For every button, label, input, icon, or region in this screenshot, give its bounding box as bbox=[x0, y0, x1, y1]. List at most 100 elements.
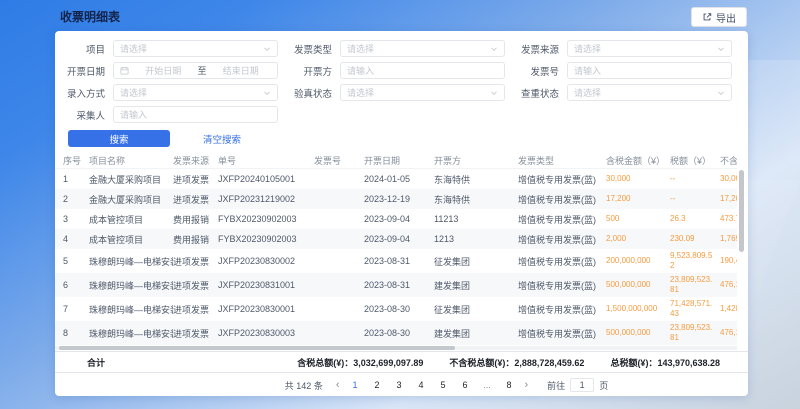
chevron-down-icon bbox=[717, 45, 725, 53]
filter-field-invoice-source: 发票来源请选择 bbox=[517, 40, 732, 57]
cell-invoice-date: 2023-08-30 bbox=[364, 304, 434, 314]
cell-order-no: FYBX20230902003 bbox=[218, 234, 314, 244]
summary-item-label: 总税额(¥)： bbox=[610, 358, 657, 368]
clear-search-button[interactable]: 清空搜索 bbox=[203, 132, 241, 146]
cell-invoice-date: 2023-08-30 bbox=[364, 328, 434, 338]
table-row[interactable]: 1金融大厦采购项目进项发票JXFP202401050012024-01-05东海… bbox=[55, 169, 737, 189]
field-label: 录入方式 bbox=[63, 86, 105, 100]
select-placeholder: 请选择 bbox=[347, 42, 374, 55]
filter-field-project: 项目请选择 bbox=[63, 40, 278, 57]
field-label: 验真状态 bbox=[290, 86, 332, 100]
select-placeholder: 请选择 bbox=[120, 86, 147, 99]
select-placeholder: 请选择 bbox=[574, 42, 601, 55]
cell-amount-without-tax: 476,190,476.19 bbox=[720, 280, 737, 290]
cell-amount-without-tax: 17,200 bbox=[720, 194, 737, 204]
cell-amount-with-tax: 500,000,000 bbox=[606, 280, 670, 290]
cell-issuer: 11213 bbox=[434, 214, 518, 224]
cell-invoice-type: 增值税专用发票(蓝) bbox=[518, 213, 606, 226]
table-row[interactable]: 7珠穆朗玛峰—电梯安装进项发票JXFP202308300012023-08-30… bbox=[55, 297, 737, 321]
cell-invoice-source: 进项发票 bbox=[173, 193, 218, 206]
cell-amount-with-tax: 2,000 bbox=[606, 234, 670, 244]
select-placeholder: 请选择 bbox=[347, 86, 374, 99]
field-label: 发票号 bbox=[517, 64, 559, 78]
table-row[interactable]: 4成本管控项目费用报销FYBX202309020032023-09-041213… bbox=[55, 229, 737, 249]
entry-method-select[interactable]: 请选择 bbox=[113, 84, 278, 101]
page-jump: 前往 页 bbox=[547, 378, 608, 392]
filter-field-duplicate-status: 查重状态 请选择 bbox=[517, 84, 732, 101]
export-button[interactable]: 导出 bbox=[691, 7, 747, 27]
column-header-invoice-type: 发票类型 bbox=[518, 154, 606, 167]
cell-invoice-date: 2024-01-05 bbox=[364, 174, 434, 184]
summary-item-value: 143,970,638.28 bbox=[657, 358, 720, 368]
column-header-order-no: 单号 bbox=[218, 154, 314, 167]
date-range-separator: 至 bbox=[198, 64, 207, 77]
prev-page-button[interactable]: ‹ bbox=[336, 380, 340, 390]
cell-project-name: 成本管控项目 bbox=[89, 233, 173, 246]
cell-amount-with-tax: 500,000,000 bbox=[606, 328, 670, 338]
invoice-no-input[interactable]: 请输入 bbox=[567, 62, 732, 79]
cell-project-name: 珠穆朗玛峰—电梯安装 bbox=[89, 279, 173, 292]
column-header-tax: 税额（¥） bbox=[670, 154, 720, 167]
cell-issuer: 征发集团 bbox=[434, 255, 518, 268]
duplicate-status-select[interactable]: 请选择 bbox=[567, 84, 732, 101]
invoice-source-select[interactable]: 请选择 bbox=[567, 40, 732, 57]
cell-no: 6 bbox=[63, 280, 89, 290]
cell-invoice-type: 增值税专用发票(蓝) bbox=[518, 279, 606, 292]
select-placeholder: 请选择 bbox=[574, 86, 601, 99]
table-row[interactable]: 8珠穆朗玛峰—电梯安装进项发票JXFP202308300032023-08-30… bbox=[55, 321, 737, 345]
cell-project-name: 珠穆朗玛峰—电梯安装 bbox=[89, 303, 173, 316]
invoice-date-range-picker[interactable]: 开始日期至结束日期 bbox=[113, 62, 278, 79]
filter-field-issuer: 开票方 请输入 bbox=[290, 62, 505, 79]
page-number-8[interactable]: 8 bbox=[503, 380, 516, 390]
field-label: 查重状态 bbox=[517, 86, 559, 100]
summary-row: 合计 含税总额(¥)：3,032,699,097.89不含税总额(¥)：2,88… bbox=[55, 351, 748, 373]
summary-item-value: 2,888,728,459.62 bbox=[514, 358, 584, 368]
page-ellipsis: ... bbox=[481, 380, 494, 390]
cell-tax: 9,523,809.52 bbox=[670, 251, 720, 271]
table-row[interactable]: 3成本管控项目费用报销FYBX202309020032023-09-041121… bbox=[55, 209, 737, 229]
cell-issuer: 东海特供 bbox=[434, 173, 518, 186]
invoice-type-select[interactable]: 请选择 bbox=[340, 40, 505, 57]
collector-input[interactable]: 请输入 bbox=[113, 106, 278, 123]
column-header-project-name: 项目名称 bbox=[89, 154, 173, 167]
filter-field-collector: 采集人请输入 bbox=[63, 106, 278, 123]
summary-item: 不含税总额(¥)：2,888,728,459.62 bbox=[449, 356, 584, 369]
table-row[interactable]: 5珠穆朗玛峰—电梯安装进项发票JXFP202308300022023-08-31… bbox=[55, 249, 737, 273]
table-row[interactable]: 2金融大厦采购项目进项发票JXFP202312190022023-12-19东海… bbox=[55, 189, 737, 209]
cell-amount-with-tax: 200,000,000 bbox=[606, 256, 670, 266]
page-number-3[interactable]: 3 bbox=[393, 380, 406, 390]
cell-invoice-date: 2023-08-31 bbox=[364, 280, 434, 290]
invoice-table: 序号项目名称发票来源单号发票号开票日期开票方发票类型含税金额（¥）税额（¥）不含… bbox=[55, 152, 737, 350]
column-header-invoice-source: 发票来源 bbox=[173, 154, 218, 167]
vertical-scrollbar[interactable] bbox=[739, 170, 744, 252]
field-label: 开票日期 bbox=[63, 64, 105, 78]
column-header-issuer: 开票方 bbox=[434, 154, 518, 167]
horizontal-scrollbar[interactable] bbox=[59, 346, 455, 350]
field-label: 开票方 bbox=[290, 64, 332, 78]
page-jump-input[interactable] bbox=[570, 378, 594, 392]
cell-no: 4 bbox=[63, 234, 89, 244]
page-number-2[interactable]: 2 bbox=[371, 380, 384, 390]
end-date-placeholder: 结束日期 bbox=[211, 64, 272, 77]
cell-issuer: 建发集团 bbox=[434, 279, 518, 292]
search-button[interactable]: 搜索 bbox=[68, 130, 170, 147]
page-number-5[interactable]: 5 bbox=[437, 380, 450, 390]
cell-issuer: 建发集团 bbox=[434, 327, 518, 340]
input-placeholder: 请输入 bbox=[347, 64, 374, 77]
project-select[interactable]: 请选择 bbox=[113, 40, 278, 57]
cell-order-no: JXFP20230830002 bbox=[218, 256, 314, 266]
cell-project-name: 金融大厦采购项目 bbox=[89, 173, 173, 186]
page-number-4[interactable]: 4 bbox=[415, 380, 428, 390]
export-button-label: 导出 bbox=[716, 10, 736, 25]
table-row[interactable]: 6珠穆朗玛峰—电梯安装进项发票JXFP202308310012023-08-31… bbox=[55, 273, 737, 297]
cell-invoice-type: 增值税专用发票(蓝) bbox=[518, 327, 606, 340]
verify-status-select[interactable]: 请选择 bbox=[340, 84, 505, 101]
issuer-input[interactable]: 请输入 bbox=[340, 62, 505, 79]
next-page-button[interactable]: › bbox=[525, 380, 529, 390]
page-number-1[interactable]: 1 bbox=[349, 380, 362, 390]
filter-field-invoice-date: 开票日期开始日期至结束日期 bbox=[63, 62, 278, 79]
cell-tax: 23,809,523.81 bbox=[670, 275, 720, 295]
cell-no: 8 bbox=[63, 328, 89, 338]
page-number-6[interactable]: 6 bbox=[459, 380, 472, 390]
cell-order-no: FYBX20230902003 bbox=[218, 214, 314, 224]
